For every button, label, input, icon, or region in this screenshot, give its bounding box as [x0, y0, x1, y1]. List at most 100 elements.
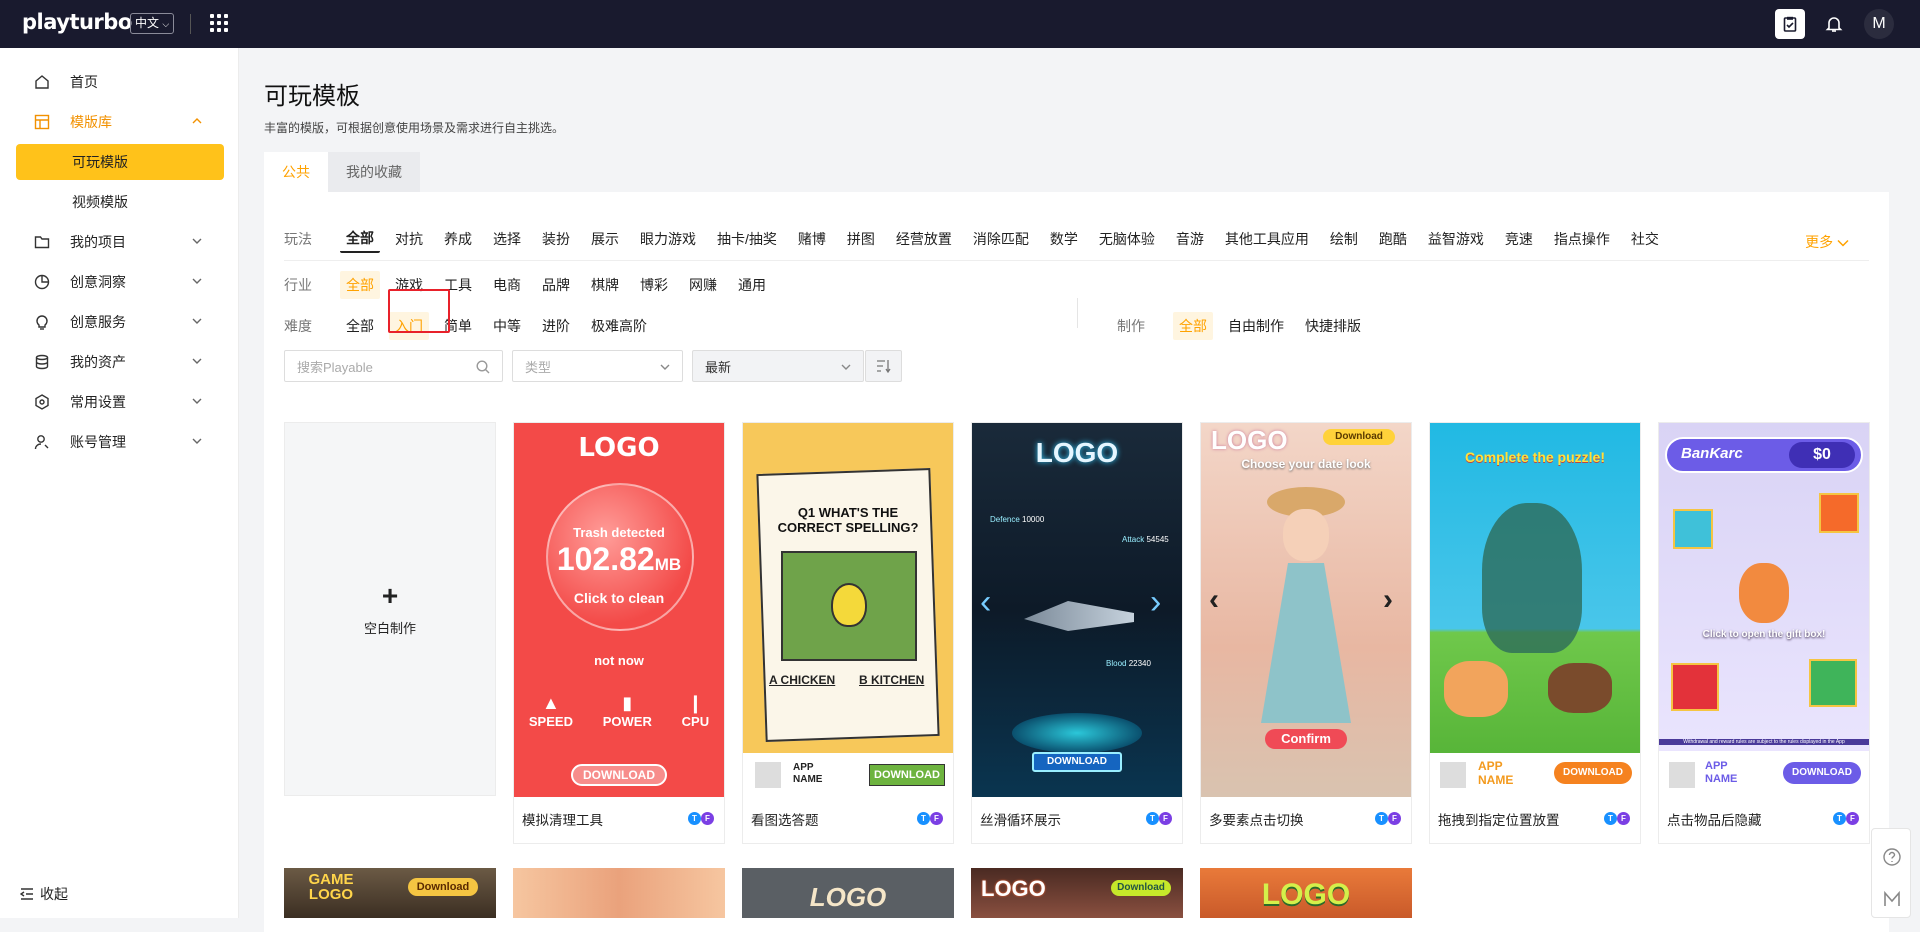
search-input[interactable]: 搜索Playable [284, 350, 503, 382]
industry-chip[interactable]: 博彩 [634, 271, 674, 299]
search-icon [476, 360, 490, 374]
gameplay-chip[interactable]: 消除匹配 [967, 225, 1035, 253]
gameplay-chip[interactable]: 拼图 [841, 225, 881, 253]
task-clipboard-button[interactable] [1775, 9, 1805, 39]
sidebar-item-account[interactable]: 账号管理 [16, 424, 224, 460]
template-name: 点击物品后隐藏 [1667, 813, 1762, 828]
playturbo-logo[interactable]: playturbo [22, 10, 132, 34]
mail-icon[interactable] [1882, 889, 1902, 909]
gameplay-chip[interactable]: 益智游戏 [1422, 225, 1490, 253]
gameplay-chip[interactable]: 指点操作 [1548, 225, 1616, 253]
difficulty-filter-row: 难度 全部 入门 简单 中等 进阶 极难高阶 [284, 312, 662, 340]
platform-badges: TF [917, 812, 943, 825]
sidebar-item-creative-insights[interactable]: 创意洞察 [16, 264, 224, 300]
template-card[interactable]: GAME LOGO Download [284, 868, 496, 918]
bell-icon [1825, 17, 1843, 32]
fine-print: Withdrawal and reward rules are subject … [1659, 739, 1869, 745]
template-card[interactable]: LOGO Download Choose your date look ‹ › … [1200, 422, 1412, 844]
blood-value: 22340 [1128, 659, 1151, 668]
sidebar-item-playable-templates[interactable]: 可玩模版 [16, 144, 224, 180]
tab-favorites[interactable]: 我的收藏 [328, 152, 420, 192]
gameplay-chip[interactable]: 跑酷 [1373, 225, 1413, 253]
difficulty-chip[interactable]: 中等 [487, 312, 527, 340]
difficulty-chip[interactable]: 进阶 [536, 312, 576, 340]
gameplay-chip[interactable]: 装扮 [536, 225, 576, 253]
gameplay-chip[interactable]: 音游 [1170, 225, 1210, 253]
type-select[interactable]: 类型 [512, 350, 683, 382]
gameplay-chip[interactable]: 养成 [438, 225, 478, 253]
help-icon[interactable] [1882, 847, 1902, 867]
chevron-down-icon [192, 438, 202, 444]
brown-cat-piece [1548, 663, 1612, 713]
make-chip[interactable]: 自由制作 [1222, 312, 1290, 340]
make-chip[interactable]: 快捷排版 [1299, 312, 1367, 340]
industry-chip[interactable]: 网赚 [683, 271, 723, 299]
template-card[interactable]: LOGO Download [971, 868, 1183, 918]
template-card[interactable]: Complete the puzzle! APP NAME DOWNLOAD 拖… [1429, 422, 1641, 844]
template-card[interactable]: LOGO [1200, 868, 1412, 918]
apps-grid-icon[interactable] [210, 14, 228, 32]
sidebar-item-template-library[interactable]: 模版库 [16, 104, 224, 140]
language-selector[interactable]: 中文 ⌵ [130, 13, 175, 34]
gameplay-chip[interactable]: 展示 [585, 225, 625, 253]
tab-bar: 公共 我的收藏 [264, 152, 420, 192]
platform-badges: TF [1375, 812, 1401, 825]
gameplay-chip[interactable]: 无脑体验 [1093, 225, 1161, 253]
gameplay-chip[interactable]: 全部 [340, 224, 380, 253]
divider [1077, 298, 1078, 328]
sidebar-item-my-projects[interactable]: 我的项目 [16, 224, 224, 260]
blank-template-card[interactable]: + 空白制作 [284, 422, 496, 796]
sidebar-item-video-templates[interactable]: 视频模版 [16, 184, 224, 220]
industry-chip[interactable]: 棋牌 [585, 271, 625, 299]
gameplay-chip[interactable]: 社交 [1625, 225, 1665, 253]
make-chip[interactable]: 全部 [1173, 312, 1213, 340]
template-name: 拖拽到指定位置放置 [1438, 813, 1560, 828]
template-card[interactable]: BanKarc $0 Click to open the gift box! W… [1658, 422, 1870, 844]
gameplay-chip[interactable]: 竞速 [1499, 225, 1539, 253]
template-card[interactable]: LOGO Trash detected 102.82MB Click to cl… [513, 422, 725, 844]
gameplay-chip[interactable]: 经营放置 [890, 225, 958, 253]
template-name: 看图选答题 [751, 813, 819, 828]
notification-button[interactable] [1819, 9, 1849, 39]
blank-card-label: 空白制作 [363, 620, 416, 636]
template-card[interactable]: Q1 WHAT'S THE CORRECT SPELLING? A CHICKE… [742, 422, 954, 844]
industry-chip[interactable]: 电商 [487, 271, 527, 299]
filter-label: 难度 [284, 318, 312, 334]
difficulty-chip[interactable]: 极难高阶 [585, 312, 653, 340]
user-avatar[interactable]: M [1864, 9, 1894, 39]
sidebar-item-creative-services[interactable]: 创意服务 [16, 304, 224, 340]
sidebar-item-home[interactable]: 首页 [16, 64, 224, 100]
template-card[interactable]: LOGO [742, 868, 954, 918]
sidebar-item-settings[interactable]: 常用设置 [16, 384, 224, 420]
industry-chip[interactable]: 全部 [340, 271, 380, 299]
chevron-right-icon: › [1383, 583, 1393, 616]
template-card[interactable] [513, 868, 725, 918]
blood-label: Blood [1106, 659, 1127, 668]
collapse-sidebar-button[interactable]: 收起 [20, 884, 68, 904]
sort-select[interactable]: 最新 [692, 350, 864, 382]
floating-toolbar [1871, 828, 1911, 918]
gameplay-chip[interactable]: 选择 [487, 225, 527, 253]
trash-size-value: 102.82 [556, 541, 655, 577]
gameplay-chip[interactable]: 绘制 [1324, 225, 1364, 253]
gameplay-chip[interactable]: 抽卡/抽奖 [711, 225, 783, 253]
template-card[interactable]: LOGO Defence 10000 Attack 54545 ‹ › Bloo… [971, 422, 1183, 844]
sidebar-item-my-assets[interactable]: 我的资产 [16, 344, 224, 380]
app-name: APP NAME [1478, 759, 1514, 787]
difficulty-chip[interactable]: 全部 [340, 312, 380, 340]
industry-chip[interactable]: 品牌 [536, 271, 576, 299]
gameplay-chip[interactable]: 其他工具应用 [1219, 225, 1315, 253]
gameplay-chip[interactable]: 数学 [1044, 225, 1084, 253]
more-filters-button[interactable]: 更多 [1805, 232, 1849, 252]
gameplay-chip[interactable]: 眼力游戏 [634, 225, 702, 253]
tab-public[interactable]: 公共 [264, 152, 328, 192]
divider [190, 14, 191, 34]
gameplay-chip[interactable]: 赌博 [792, 225, 832, 253]
template-thumbnail: Complete the puzzle! APP NAME DOWNLOAD [1430, 423, 1640, 797]
gameplay-chip[interactable]: 对抗 [389, 225, 429, 253]
industry-chip[interactable]: 通用 [732, 271, 772, 299]
gift-box [1673, 509, 1713, 549]
sort-order-button[interactable] [865, 350, 902, 382]
template-thumbnail: LOGO Defence 10000 Attack 54545 ‹ › Bloo… [972, 423, 1182, 797]
download-button: DOWNLOAD [1783, 762, 1861, 784]
